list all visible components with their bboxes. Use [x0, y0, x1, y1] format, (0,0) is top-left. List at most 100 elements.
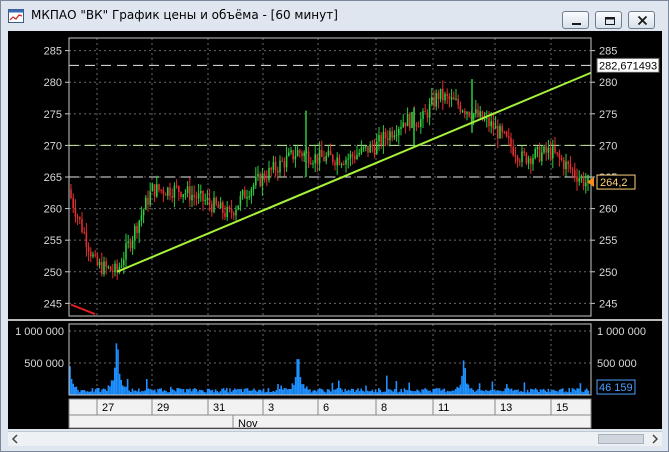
price-tick-label-right: 250	[599, 267, 617, 279]
candle-body	[274, 161, 277, 171]
candle-body	[516, 156, 519, 162]
candle-body	[435, 92, 437, 107]
candle-body	[494, 125, 497, 129]
candle-body	[123, 259, 125, 266]
candle-body	[369, 144, 371, 153]
candle-body	[180, 191, 182, 197]
candle-body	[206, 197, 209, 201]
candle-body	[215, 197, 217, 205]
date-tick-label: 31	[213, 402, 225, 414]
price-tick-label-left: 260	[44, 204, 62, 216]
candle-body	[536, 146, 539, 150]
candle-body	[549, 147, 552, 159]
candle-body	[279, 160, 281, 173]
candle-body	[501, 126, 503, 132]
candle-body	[257, 173, 259, 177]
candle-body	[327, 150, 330, 156]
candle-body	[362, 147, 365, 149]
candle-body	[268, 167, 270, 180]
candle-body	[182, 194, 184, 197]
minimize-icon	[572, 23, 581, 25]
restore-icon	[605, 17, 615, 25]
candle-body	[398, 128, 400, 135]
candle-body	[411, 111, 413, 129]
date-tick-label: 3	[268, 402, 274, 414]
candle-body	[233, 212, 235, 216]
chart-window: МКПАО "ВК" График цены и объёма - [60 ми…	[0, 0, 669, 452]
candle-body	[120, 265, 123, 267]
date-tick-label: 27	[102, 402, 114, 414]
candle-body	[420, 119, 422, 127]
candle-body	[92, 254, 94, 257]
candle-body	[525, 153, 528, 164]
candle-body	[402, 122, 404, 128]
candle-body	[103, 261, 105, 275]
candle-body	[428, 103, 431, 118]
volume-tick-label-left: 1 000 000	[15, 326, 64, 338]
chart-canvas[interactable]: 2852852802802752752702702652652602602552…	[8, 31, 662, 429]
candle-body	[464, 111, 466, 114]
candle-body	[195, 196, 198, 199]
candle-body	[510, 137, 512, 147]
candle-body	[446, 93, 448, 96]
candle-body	[261, 173, 264, 187]
trendline-layer[interactable]	[116, 71, 592, 273]
candle-body	[358, 153, 360, 155]
candle-body	[543, 146, 545, 153]
candle-body	[556, 152, 558, 154]
candle-body	[503, 131, 506, 133]
candle-body	[288, 152, 290, 156]
candle-body	[512, 146, 514, 156]
candle-body	[505, 131, 508, 137]
candle-body	[477, 109, 479, 117]
close-icon	[637, 15, 648, 26]
candle-body	[554, 146, 556, 153]
candle-body	[448, 95, 451, 100]
candle-body	[142, 209, 145, 216]
candle-body	[349, 154, 352, 159]
candle-body	[164, 194, 167, 196]
candles	[70, 79, 589, 316]
candle-body	[578, 178, 580, 182]
candle-body	[442, 88, 444, 101]
candle-body	[360, 147, 363, 154]
candle-body	[235, 209, 237, 216]
date-tick-label: 15	[556, 402, 568, 414]
scroll-left-arrow-icon[interactable]	[8, 432, 22, 446]
volume-tick-label-right: 1 000 000	[597, 326, 646, 338]
candle-body	[292, 150, 294, 160]
candle-body	[197, 193, 200, 199]
candle-body	[125, 242, 127, 260]
candle-body	[310, 163, 312, 165]
candle-body	[409, 114, 411, 129]
scroll-right-arrow-icon[interactable]	[648, 432, 662, 446]
candle-body	[252, 185, 255, 190]
candle-body	[301, 152, 303, 157]
candle-body	[307, 151, 310, 164]
scroll-thumb[interactable]	[598, 434, 644, 444]
title-bar[interactable]: МКПАО "ВК" График цены и объёма - [60 ми…	[1, 1, 668, 31]
candle-body	[184, 193, 187, 195]
candle-body	[101, 262, 103, 275]
close-button[interactable]	[628, 11, 655, 29]
minimize-button[interactable]	[562, 11, 589, 29]
candle-body	[325, 155, 327, 162]
candle-body	[457, 98, 459, 106]
candle-body	[230, 208, 233, 213]
candle-body	[567, 161, 569, 164]
candle-body	[114, 263, 116, 272]
candle-body	[582, 176, 585, 187]
candle-body	[424, 111, 426, 113]
price-volume-chart[interactable]: 2852852802802752752702702652652602602552…	[8, 31, 662, 429]
candle-body	[171, 196, 173, 198]
horizontal-scrollbar[interactable]	[8, 431, 662, 446]
price-labels: 282,671493 264,2 46 159	[587, 57, 660, 395]
restore-button[interactable]	[595, 11, 622, 29]
candle-body	[545, 146, 547, 153]
candle-body	[563, 160, 565, 170]
candle-body	[585, 182, 587, 187]
month-axis-band	[68, 414, 592, 429]
trendline[interactable]	[116, 71, 592, 273]
grid	[69, 38, 591, 395]
candle-body	[250, 189, 253, 197]
